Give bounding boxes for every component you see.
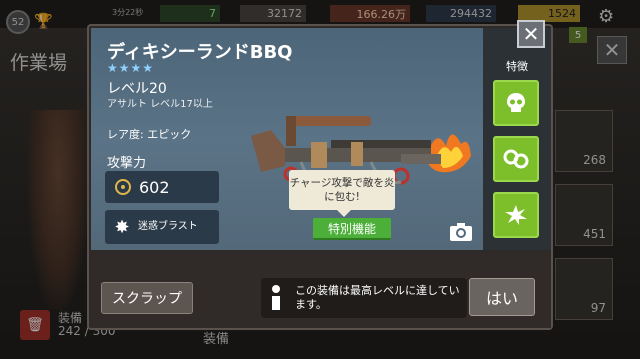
features-panel: 特徴 xyxy=(483,28,551,250)
scrap-button[interactable]: スクラップ xyxy=(101,282,193,314)
feature-button[interactable] xyxy=(493,192,539,238)
blast-icon: ✸ xyxy=(114,216,130,238)
attack-value: 602 xyxy=(139,177,170,197)
feature-button[interactable] xyxy=(493,80,539,126)
skill-tooltip: チャージ攻撃で敵を炎に包む! xyxy=(289,170,395,217)
close-button[interactable]: ✕ xyxy=(517,20,545,48)
max-level-message: この装備は最高レベルに達しています。 xyxy=(261,278,467,318)
message-text: この装備は最高レベルに達しています。 xyxy=(295,284,460,311)
info-icon xyxy=(269,285,283,311)
weapon-level: レベル20 xyxy=(107,81,167,97)
dialog-footer: スクラップ この装備は最高レベルに達しています。 はい xyxy=(91,252,551,328)
skill-stat[interactable]: ✸ 迷惑ブラスト xyxy=(105,210,219,244)
orbs-icon xyxy=(503,149,529,169)
attack-stat: 602 xyxy=(105,171,219,203)
rarity-stars: ★★★★ xyxy=(107,61,155,75)
weapon-rarity: レア度: エピック xyxy=(107,128,192,141)
feature-button[interactable] xyxy=(493,136,539,182)
skull-icon xyxy=(507,93,525,112)
burst-icon xyxy=(505,205,527,225)
attack-label: 攻撃力 xyxy=(107,156,147,171)
target-icon xyxy=(115,179,131,195)
special-feature-button[interactable]: 特別機能 xyxy=(313,218,391,240)
skill-name: 迷惑ブラスト xyxy=(138,221,198,232)
weapon-info-panel: ディキシーランドBBQ ★★★★ レベル20 アサルト レベル17以上 レア度:… xyxy=(91,28,483,250)
camera-icon[interactable] xyxy=(449,222,473,242)
weapon-detail-dialog: ディキシーランドBBQ ★★★★ レベル20 アサルト レベル17以上 レア度:… xyxy=(87,20,553,330)
yes-button[interactable]: はい xyxy=(469,278,535,316)
weapon-subtype: アサルト レベル17以上 xyxy=(107,99,213,110)
features-label: 特徴 xyxy=(506,60,528,73)
